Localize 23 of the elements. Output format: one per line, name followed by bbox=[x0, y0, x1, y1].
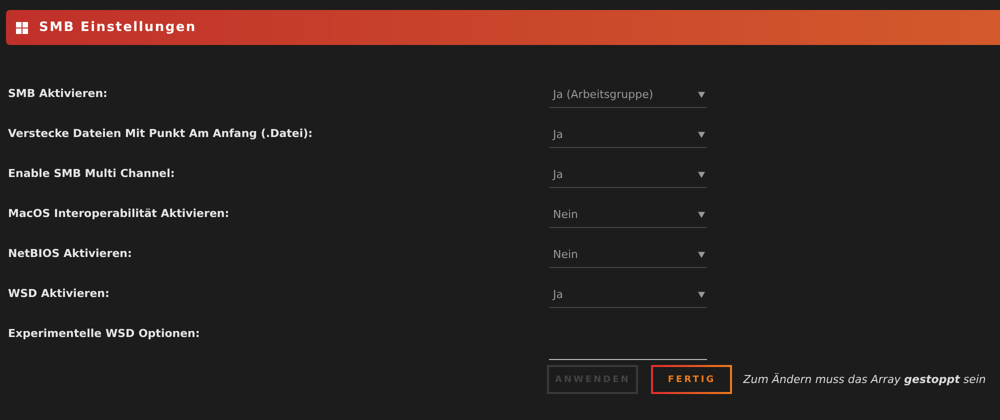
dropdown[interactable]: Ja bbox=[549, 162, 707, 188]
caret-icon bbox=[698, 211, 707, 218]
action-button[interactable]: FERTIG bbox=[651, 365, 732, 394]
setting-label: MacOS Interoperabilität Aktivieren: bbox=[7, 206, 230, 220]
setting-label: Experimentelle WSD Optionen: bbox=[7, 326, 201, 340]
dropdown[interactable]: Ja bbox=[549, 282, 707, 308]
caret-icon bbox=[698, 251, 707, 258]
section-title: SMB Einstellungen bbox=[39, 20, 196, 35]
setting-label: NetBIOS Aktivieren: bbox=[7, 246, 133, 260]
setting-label: WSD Aktivieren: bbox=[7, 286, 110, 300]
setting-label: Enable SMB Multi Channel: bbox=[7, 166, 176, 180]
setting-label: Verstecke Dateien Mit Punkt Am Anfang (.Datei): bbox=[7, 126, 314, 140]
caret-icon bbox=[698, 291, 707, 298]
dropdown[interactable]: Ja (Arbeitsgruppe) bbox=[549, 82, 707, 108]
caret-icon bbox=[698, 91, 707, 98]
caret-icon bbox=[698, 131, 707, 138]
setting-label: SMB Aktivieren: bbox=[7, 86, 108, 100]
dropdown[interactable]: Nein bbox=[549, 242, 707, 268]
dropdown[interactable]: Ja bbox=[549, 122, 707, 148]
dropdown[interactable]: Nein bbox=[549, 202, 707, 228]
windows-icon bbox=[16, 22, 28, 34]
caret-icon bbox=[698, 171, 707, 178]
hint-text: Zum Ändern muss das Array gestoppt sein bbox=[743, 373, 986, 386]
